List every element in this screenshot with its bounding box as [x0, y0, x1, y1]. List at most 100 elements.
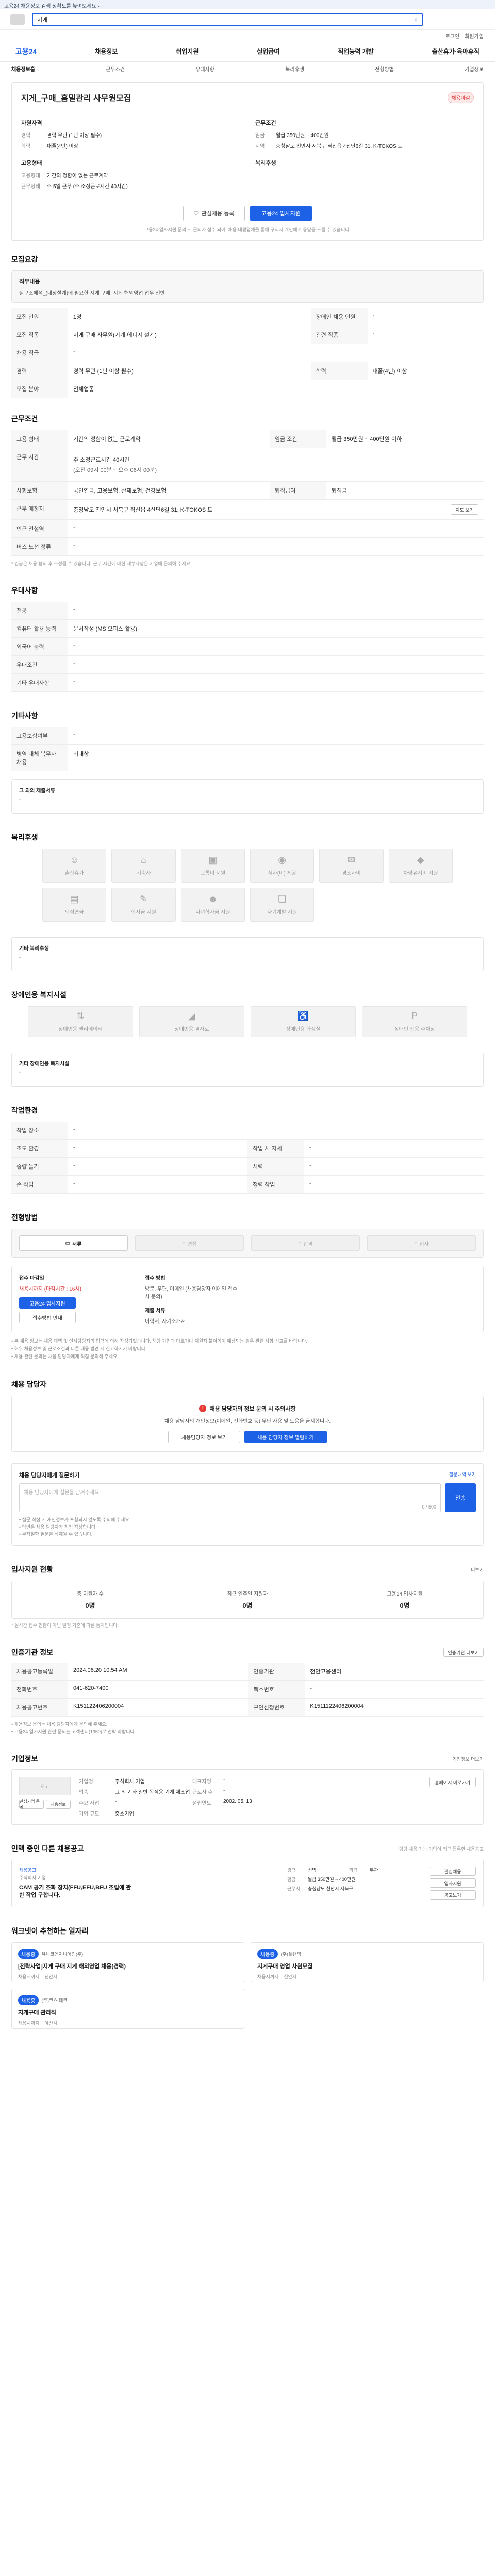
nav-item-training[interactable]: 직업능력 개발: [338, 47, 374, 56]
cell-label: 업종: [79, 1790, 89, 1795]
cell-label: 채용 직급: [11, 344, 68, 362]
nav-item-benefit[interactable]: 실업급여: [257, 47, 279, 56]
stat-item: 고용24 입사지원 0명: [326, 1589, 483, 1610]
conditions-table: 고용 형태 기간의 정함이 없는 근로계약 임금 조건 월급 350만원 ~ 400만…: [11, 430, 484, 556]
recommend-card[interactable]: 채용중 (주)코스 테크 지게구매 관리직 채용시까지 아산시: [11, 1989, 244, 2029]
inquiry-link[interactable]: 질문내역 보기: [449, 1471, 476, 1479]
nav-item-support[interactable]: 취업지원: [176, 47, 199, 56]
subnav-company[interactable]: 기업정보: [465, 65, 484, 73]
similar-tag: 채용공고: [19, 1868, 37, 1873]
subnav-preference[interactable]: 우대사항: [195, 65, 214, 73]
similar-card[interactable]: 채용공고 주식회사 기업 CAM 공기 조화 장치(FFU,EFU,BFU 조립…: [11, 1859, 484, 1907]
nav-brand[interactable]: 고용24: [15, 46, 37, 57]
note-line: • 허위 채용정보 및 근로조건과 다른 내용 발견 시 신고하시기 바랍니다.: [11, 1346, 147, 1351]
heart-icon: ♡: [193, 210, 199, 217]
cell-value: 비대상: [68, 744, 484, 771]
disability-other-value: -: [19, 1070, 21, 1076]
cell-label: 청력 작업: [248, 1175, 304, 1194]
recommend-section: 워크넷이 추천하는 일자리 채용중 유니코엔지니어링(주) [전략사업]지게 구매…: [11, 1926, 484, 2029]
step-item: ○ 합격: [251, 1235, 360, 1251]
company-jobs-button[interactable]: 채용정보: [46, 1800, 71, 1809]
disability-section: 장애인용 복지시설 ⇅ 장애인용 엘리베이터 ◢ 장애인용 경사로 ♿ 장애인용 화장…: [11, 990, 484, 1087]
similar-job-title[interactable]: CAM 공기 조화 장치(FFU,EFU,BFU 조립에 관한 작업 구합니다.: [19, 1884, 133, 1900]
inquiry-textarea[interactable]: 채용 담당자에게 질문을 남겨주세요. 0 / 500: [19, 1483, 441, 1512]
cell-label: 경력: [287, 1868, 296, 1873]
apply-button-2[interactable]: 고용24 입사지원: [19, 1297, 76, 1309]
subnav-welfare[interactable]: 복리후생: [285, 65, 304, 73]
cell-label: 설립연도: [192, 1801, 211, 1806]
cell-label: 외국어 능력: [11, 637, 68, 656]
recommend-card[interactable]: 채용중 (주)플랜텍 지게구매 영업 사원모집 채용시까지 천안시: [251, 1942, 484, 1982]
work-hours: 주 소정근로시간 40시간: [73, 457, 130, 463]
subnav-selection[interactable]: 전형방법: [375, 65, 394, 73]
search-box[interactable]: 지게 ⌕: [32, 12, 423, 26]
apply-button[interactable]: 고용24 입사지원: [250, 206, 312, 221]
company-logo: 로고: [19, 1777, 71, 1795]
logo[interactable]: [10, 14, 25, 25]
search-icon[interactable]: ⌕: [414, 15, 418, 23]
cell-label: 병역 대체 복무자 채용: [11, 744, 68, 771]
contact-info-button[interactable]: 채용담당자 정보 보기: [168, 1431, 240, 1443]
similar-company: 주식회사 기업: [19, 1875, 46, 1880]
table-row: 우대조건 -: [11, 655, 484, 674]
conditions-heading: 근무조건: [255, 120, 276, 126]
inquiry-title: 채용 담당자에게 질문하기: [19, 1472, 80, 1479]
nav-item-jobs[interactable]: 채용정보: [95, 47, 118, 56]
recommend-job[interactable]: 지게구매 관리직: [18, 2008, 238, 2016]
warning-icon: !: [199, 1405, 207, 1412]
cell-label: 경력: [11, 362, 68, 380]
org-more-button[interactable]: 인증기관 더보기: [443, 1648, 484, 1657]
graduation-icon: ✎: [139, 894, 148, 904]
apply-info-box: 접수 마감일 채용시까지 (마감시간 : 16시) 고용24 입사지원 접수방법…: [11, 1266, 484, 1332]
etc-other-value: -: [19, 797, 21, 803]
recommend-tag: 채용중: [257, 1949, 278, 1959]
recommend-card[interactable]: 채용중 유니코엔지니어링(주) [전략사업]지게 구매 지게 해외영업 채용(경력…: [11, 1942, 244, 1982]
cell-label: 모집 분야: [11, 380, 68, 398]
cell-value: -: [367, 308, 484, 326]
work-hours-detail: (오전 09시 00분 ~ 오후 06시 00분): [73, 467, 157, 473]
recommend-title: 워크넷이 추천하는 일자리: [11, 1927, 89, 1935]
company-logo-block: 로고 관심기업 등록 채용정보: [19, 1777, 71, 1817]
cell-label: 인증기관: [248, 1663, 305, 1681]
login-link[interactable]: 로그인: [446, 32, 460, 40]
search-input[interactable]: 지게: [37, 15, 414, 24]
table-row: 인근 전철역 -: [11, 519, 484, 538]
similar-scrap-button[interactable]: 관심채용: [430, 1867, 476, 1876]
subnav-home[interactable]: 채용정보홈: [11, 65, 35, 73]
method-heading: 접수 방법: [145, 1276, 166, 1281]
recommend-job[interactable]: 지게구매 영업 사원모집: [257, 1962, 477, 1970]
similar-apply-button[interactable]: 입사지원: [430, 1878, 476, 1888]
job-desc-box: 직무내용 실구조해석_(내장설계)에 필요한 지게 구매, 지게 해외영업 업무…: [11, 270, 484, 303]
homepage-button[interactable]: 홈페이지 바로가기: [429, 1777, 476, 1787]
applicants-more-link[interactable]: 더보기: [471, 1566, 484, 1573]
apply-method-block: 접수 방법 방문, 우편, 이메일 (채용담당자 이메일 접수 시 문의) 제출…: [145, 1274, 476, 1325]
document-icon: ▭: [65, 1240, 71, 1246]
apply-guide-button[interactable]: 접수방법 안내: [19, 1312, 76, 1323]
restroom-icon: ♿: [297, 1011, 309, 1021]
scrap-button[interactable]: ♡ 관심채용 등록: [183, 206, 245, 221]
label-work-type: 근무형태: [21, 184, 40, 190]
car-icon: ◆: [417, 855, 424, 865]
inquiry-submit-button[interactable]: 전송: [445, 1483, 476, 1512]
recommend-job[interactable]: [전략사업]지게 구매 지게 해외영업 채용(경력): [18, 1962, 238, 1970]
subnav-conditions[interactable]: 근무조건: [106, 65, 125, 73]
cell-label: 학력: [310, 362, 368, 380]
company-box: 로고 관심기업 등록 채용정보 기업명 주식회사 기업 대표자명 - 업종 그 외 기타…: [11, 1769, 484, 1825]
nav-item-leave[interactable]: 출산휴가·육아휴직: [432, 47, 480, 56]
label-wage: 임금: [255, 133, 265, 139]
company-details: 기업명 주식회사 기업 대표자명 - 업종 그 외 기타 일반 목적용 기계 제조업 근로…: [79, 1777, 421, 1817]
company-scrap-button[interactable]: 관심기업 등록: [19, 1799, 44, 1809]
recommend-company: (주)코스 테크: [41, 1998, 68, 2003]
cell-label: 관련 직종: [310, 326, 368, 344]
signup-link[interactable]: 회원가입: [465, 32, 484, 40]
selection-title: 전형방법: [11, 1213, 38, 1222]
top-banner[interactable]: 고용24 채용정보 검색 정확도를 높여보세요 ›: [0, 0, 495, 9]
contact-view-button[interactable]: 채용 담당자 정보 열람하기: [244, 1431, 327, 1443]
cell-value: -: [367, 326, 484, 344]
map-button[interactable]: 지도 보기: [451, 504, 478, 515]
similar-view-button[interactable]: 공고보기: [430, 1890, 476, 1900]
recruit-table: 모집 인원 1명 장애인 채용 인원 - 모집 직종 지게 구매 사무원(기계·에너지 …: [11, 308, 484, 398]
company-more-link[interactable]: 기업정보 더보기: [453, 1756, 484, 1762]
note-line: • 부적절한 질문은 삭제될 수 있습니다.: [19, 1532, 93, 1537]
cell-value: 월급 350만원 ~ 400만원: [308, 1877, 356, 1882]
